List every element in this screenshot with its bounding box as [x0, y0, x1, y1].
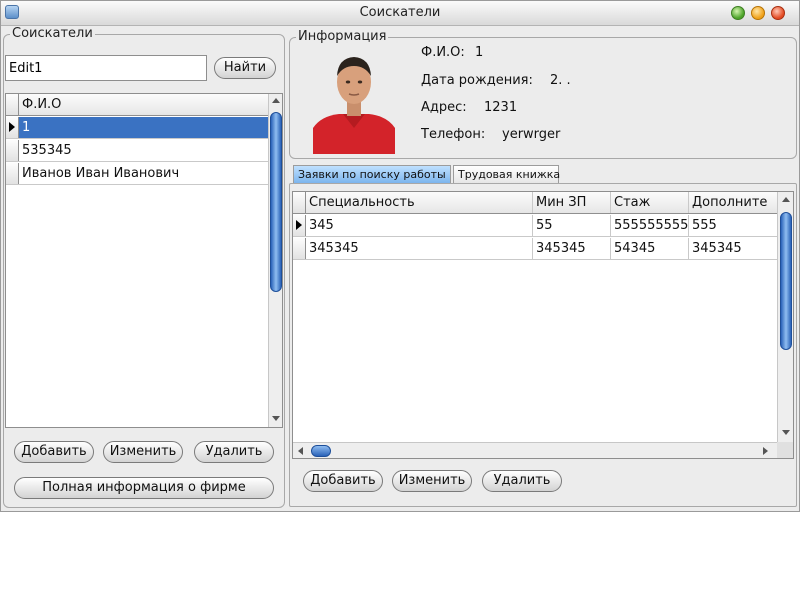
- list-item[interactable]: Иванов Иван Иванович: [6, 163, 268, 185]
- row-indicator: [6, 163, 19, 184]
- cell-specialty[interactable]: 345: [306, 215, 533, 236]
- scroll-down-arrow-icon[interactable]: [782, 430, 790, 435]
- birth-date-value: 2. .: [550, 73, 571, 88]
- applications-table[interactable]: Специальность Мин ЗП Стаж Дополните 345 …: [292, 191, 794, 459]
- column-header-fio[interactable]: Ф.И.О: [19, 94, 268, 115]
- tab-work-record-book[interactable]: Трудовая книжка: [453, 165, 560, 183]
- address-value: 1231: [484, 100, 518, 115]
- row-pointer-icon: [296, 220, 302, 230]
- birth-date-label: Дата рождения:: [421, 73, 533, 88]
- cell-min-salary[interactable]: 55: [533, 215, 611, 236]
- scroll-left-arrow-icon[interactable]: [298, 447, 303, 455]
- scroll-right-arrow-icon[interactable]: [763, 447, 768, 455]
- cell-experience[interactable]: 54345: [611, 238, 689, 259]
- list-item[interactable]: 1: [6, 117, 268, 139]
- add-applicant-button[interactable]: Добавить: [14, 441, 94, 463]
- full-company-info-button[interactable]: Полная информация о фирме: [14, 477, 274, 499]
- cell-min-salary[interactable]: 345345: [533, 238, 611, 259]
- delete-applicant-button[interactable]: Удалить: [194, 441, 274, 463]
- current-row-indicator: [293, 215, 306, 236]
- row-indicator: [6, 94, 19, 115]
- table-horizontal-scroll-thumb[interactable]: [311, 445, 331, 457]
- current-row-indicator: [6, 117, 19, 138]
- applicants-list[interactable]: Ф.И.О 1 535345 Иванов Иван Иванович: [5, 93, 283, 428]
- scroll-down-arrow-icon[interactable]: [272, 416, 280, 421]
- row-pointer-icon: [9, 122, 15, 132]
- search-input[interactable]: [5, 55, 207, 81]
- edit-application-button[interactable]: Изменить: [392, 470, 472, 492]
- list-item[interactable]: 535345: [6, 140, 268, 162]
- cell-additional[interactable]: 345345: [689, 238, 777, 259]
- applicants-group-title: Соискатели: [10, 26, 95, 41]
- table-row[interactable]: 345345 345345 54345 345345: [293, 238, 777, 260]
- column-header-min-salary[interactable]: Мин ЗП: [533, 192, 611, 213]
- fio-value: 1: [475, 45, 484, 60]
- title-bar[interactable]: Соискатели: [1, 1, 799, 26]
- list-vertical-scrollbar[interactable]: [268, 94, 282, 427]
- phone-value: yerwrger: [502, 127, 561, 142]
- add-application-button[interactable]: Добавить: [303, 470, 383, 492]
- list-item-label: 535345: [22, 143, 72, 158]
- cell-specialty[interactable]: 345345: [306, 238, 533, 259]
- column-header-experience[interactable]: Стаж: [611, 192, 689, 213]
- scrollbar-corner: [777, 442, 793, 458]
- table-header-row: Специальность Мин ЗП Стаж Дополните: [293, 192, 777, 214]
- list-item-label: 1: [22, 120, 31, 135]
- table-vertical-scroll-thumb[interactable]: [780, 212, 792, 350]
- row-indicator: [293, 238, 306, 259]
- table-horizontal-scrollbar[interactable]: [293, 442, 777, 458]
- info-group-title: Информация: [296, 29, 389, 44]
- column-header-specialty[interactable]: Специальность: [306, 192, 533, 213]
- list-scroll-thumb[interactable]: [270, 112, 282, 292]
- window-title: Соискатели: [359, 5, 441, 20]
- edit-applicant-button[interactable]: Изменить: [103, 441, 183, 463]
- minimize-button[interactable]: [731, 6, 745, 20]
- list-header-row: Ф.И.О: [6, 94, 268, 116]
- cell-experience[interactable]: 555555555: [611, 215, 689, 236]
- list-item-label: Иванов Иван Иванович: [22, 166, 180, 181]
- row-indicator: [6, 140, 19, 161]
- scroll-up-arrow-icon[interactable]: [782, 197, 790, 202]
- delete-application-button[interactable]: Удалить: [482, 470, 562, 492]
- person-photo-icon: [313, 44, 395, 154]
- phone-label: Телефон:: [421, 127, 486, 142]
- address-label: Адрес:: [421, 100, 467, 115]
- close-button[interactable]: [771, 6, 785, 20]
- main-window: Соискатели Соискатели Найти Ф.И.О 1 5353…: [0, 0, 800, 512]
- applicant-photo: [313, 44, 395, 154]
- column-header-additional[interactable]: Дополните: [689, 192, 777, 213]
- cell-additional[interactable]: 555: [689, 215, 777, 236]
- fio-label: Ф.И.О:: [421, 45, 465, 60]
- maximize-button[interactable]: [751, 6, 765, 20]
- search-button[interactable]: Найти: [214, 57, 276, 79]
- scroll-up-arrow-icon[interactable]: [272, 98, 280, 103]
- tab-job-applications[interactable]: Заявки по поиску работы: [293, 165, 451, 183]
- table-row[interactable]: 345 55 555555555 555: [293, 215, 777, 237]
- row-indicator: [293, 192, 306, 213]
- table-vertical-scrollbar[interactable]: [777, 192, 793, 442]
